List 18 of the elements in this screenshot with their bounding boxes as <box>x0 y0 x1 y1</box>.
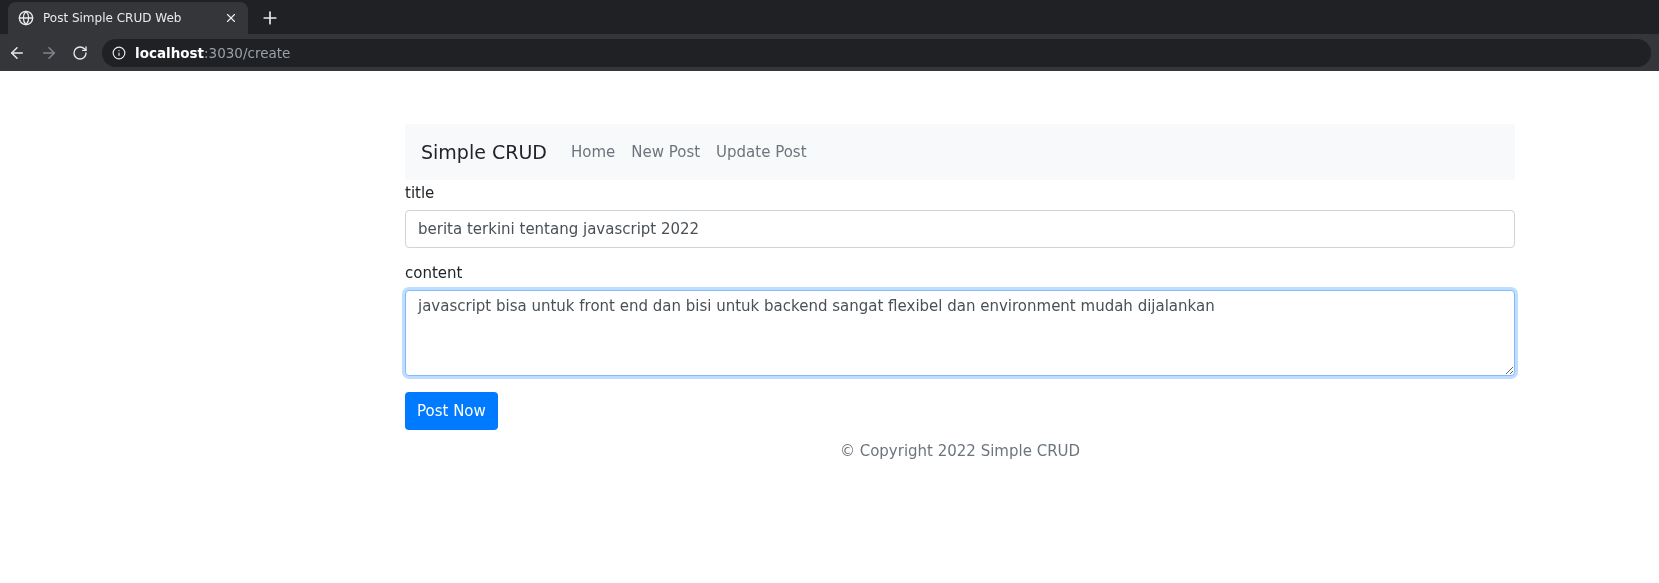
content-field[interactable]: javascript bisa untuk front end dan bisi untuk backend sangat flexibel dan environment mudah dijalankan <box>405 290 1515 376</box>
post-now-button[interactable]: Post Now <box>405 392 498 430</box>
close-icon[interactable] <box>224 11 238 25</box>
info-icon <box>112 45 126 60</box>
url-text: localhost:3030/create <box>135 44 291 61</box>
nav-link[interactable]: Update Post <box>716 143 807 161</box>
address-bar[interactable]: localhost:3030/create <box>102 38 1651 67</box>
browser-tab[interactable]: Post Simple CRUD Web <box>8 2 248 34</box>
reload-icon[interactable] <box>72 44 88 61</box>
field-label: content <box>405 264 464 282</box>
copyright-text: © Copyright 2022 Simple CRUD <box>838 442 1082 460</box>
tab-title: Post Simple CRUD Web <box>43 11 183 25</box>
nav-link[interactable]: New Post <box>631 143 701 161</box>
title-field[interactable]: berita terkini tentang javascript 2022 <box>405 210 1515 248</box>
nav-link[interactable]: Home <box>570 143 616 161</box>
brand-title[interactable]: Simple CRUD <box>421 141 547 163</box>
globe-icon <box>18 10 34 26</box>
field-label: title <box>405 184 436 202</box>
